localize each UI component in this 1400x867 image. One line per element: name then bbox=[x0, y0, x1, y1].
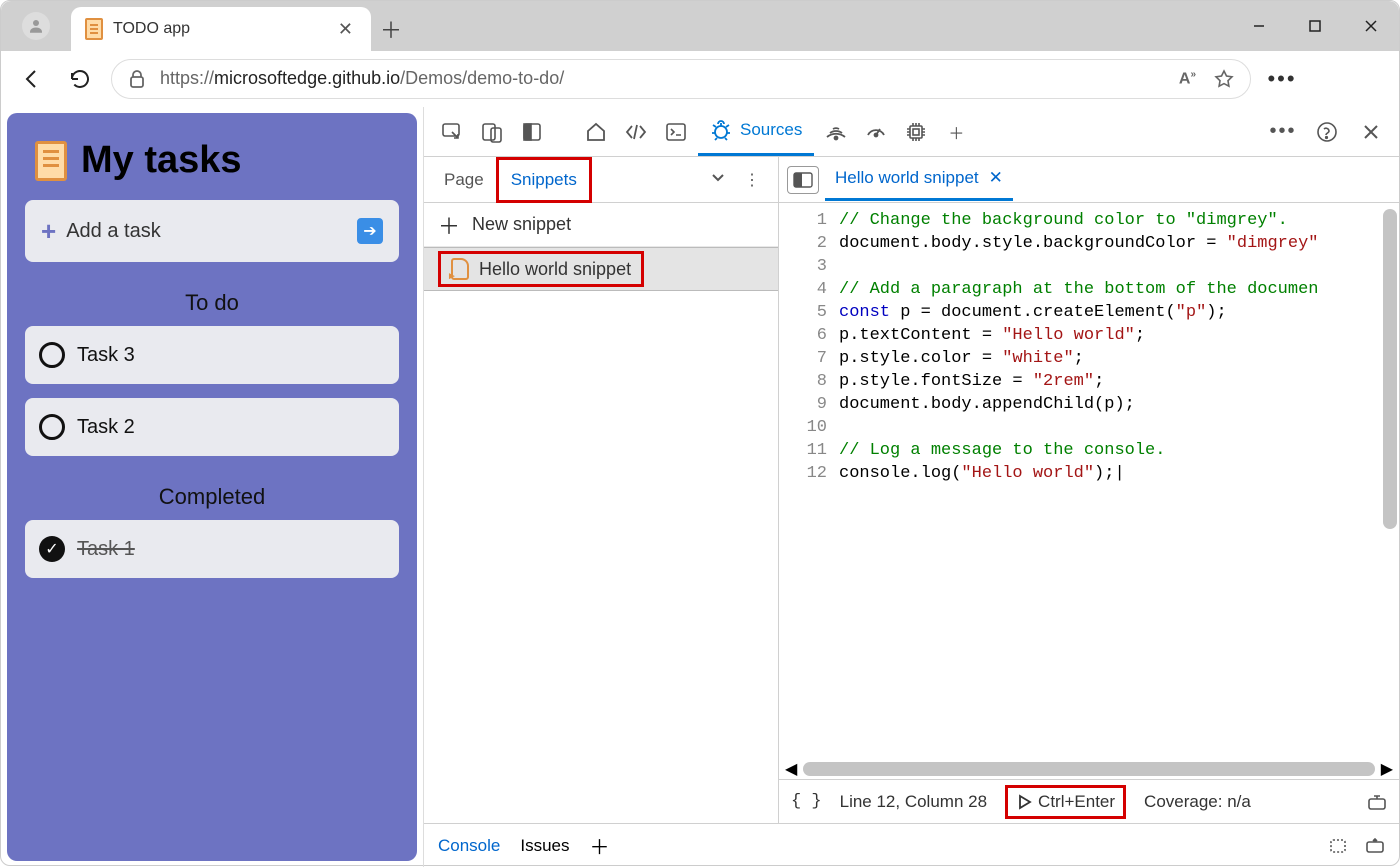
task-label: Task 2 bbox=[77, 416, 135, 439]
play-icon bbox=[1016, 794, 1032, 810]
snippet-file-icon bbox=[451, 258, 469, 280]
checkbox-checked-icon[interactable]: ✓ bbox=[39, 536, 65, 562]
back-button[interactable] bbox=[15, 62, 49, 96]
section-todo: To do bbox=[25, 276, 399, 326]
drawer-button-1[interactable] bbox=[1329, 838, 1349, 854]
inspect-button[interactable] bbox=[434, 114, 470, 150]
read-aloud-button[interactable]: A» bbox=[1179, 69, 1196, 88]
code-editor: Hello world snippet ✕ 123456789101112 //… bbox=[779, 157, 1399, 823]
welcome-tab[interactable] bbox=[578, 114, 614, 150]
clipboard-icon bbox=[35, 141, 67, 181]
devtools-drawer: Console Issues ＋ bbox=[424, 823, 1399, 867]
editor-tabs: Hello world snippet ✕ bbox=[779, 157, 1399, 203]
add-task-placeholder: Add a task bbox=[66, 220, 161, 243]
settings-menu-button[interactable]: ••• bbox=[1265, 62, 1299, 96]
lock-icon bbox=[128, 69, 146, 89]
console-tab[interactable] bbox=[658, 114, 694, 150]
run-snippet-button[interactable]: Ctrl+Enter bbox=[1005, 785, 1126, 819]
scroll-left-icon[interactable]: ◀ bbox=[785, 759, 797, 779]
plus-icon: ＋ bbox=[438, 209, 460, 241]
sources-sidebar: Page Snippets ⋮ ＋ New snippet Hello worl… bbox=[424, 157, 779, 823]
memory-tab[interactable] bbox=[898, 114, 934, 150]
device-toggle-button[interactable] bbox=[474, 114, 510, 150]
coverage-status: Coverage: n/a bbox=[1144, 792, 1251, 812]
todo-app: My tasks + Add a task ➔ To do Task 3 Tas… bbox=[7, 113, 417, 861]
network-tab[interactable] bbox=[818, 114, 854, 150]
scroll-right-icon[interactable]: ▶ bbox=[1381, 759, 1393, 779]
profile-icon bbox=[22, 12, 50, 40]
window-controls bbox=[1231, 1, 1399, 51]
close-file-button[interactable]: ✕ bbox=[989, 168, 1003, 188]
performance-tab[interactable] bbox=[858, 114, 894, 150]
pretty-print-button[interactable]: { } bbox=[791, 792, 822, 811]
code-content[interactable]: // Change the background color to "dimgr… bbox=[839, 203, 1399, 759]
close-window-button[interactable] bbox=[1343, 1, 1399, 51]
sidebar-tabs: Page Snippets ⋮ bbox=[424, 157, 778, 203]
chevron-down-icon[interactable] bbox=[710, 170, 726, 190]
task-item[interactable]: ✓ Task 1 bbox=[25, 520, 399, 578]
task-label: Task 1 bbox=[77, 538, 135, 561]
new-snippet-button[interactable]: ＋ New snippet bbox=[424, 203, 778, 247]
refresh-button[interactable] bbox=[63, 62, 97, 96]
devtools-toolbar: Sources ＋ ••• bbox=[424, 107, 1399, 157]
drawer-add-tab-button[interactable]: ＋ bbox=[590, 831, 610, 860]
content-area: My tasks + Add a task ➔ To do Task 3 Tas… bbox=[1, 107, 1399, 867]
sources-tab[interactable]: Sources bbox=[698, 108, 814, 156]
elements-tab[interactable] bbox=[618, 114, 654, 150]
favicon-icon bbox=[85, 18, 103, 40]
drawer-expand-button[interactable] bbox=[1365, 838, 1385, 854]
maximize-button[interactable] bbox=[1287, 1, 1343, 51]
snippet-name: Hello world snippet bbox=[479, 259, 631, 280]
help-button[interactable] bbox=[1309, 114, 1345, 150]
new-tab-button[interactable]: ＋ bbox=[371, 7, 411, 51]
editor-file-tab[interactable]: Hello world snippet ✕ bbox=[825, 158, 1013, 201]
cursor-position: Line 12, Column 28 bbox=[840, 792, 987, 812]
section-completed: Completed bbox=[25, 470, 399, 520]
checkbox-unchecked-icon[interactable] bbox=[39, 342, 65, 368]
code-area[interactable]: 123456789101112 // Change the background… bbox=[779, 203, 1399, 759]
add-task-input[interactable]: + Add a task ➔ bbox=[25, 200, 399, 262]
horizontal-scrollbar-row: ◀ ▶ bbox=[779, 759, 1399, 779]
app-header: My tasks bbox=[25, 131, 399, 200]
tab-close-button[interactable]: ✕ bbox=[334, 19, 357, 40]
checkbox-unchecked-icon[interactable] bbox=[39, 414, 65, 440]
favorite-button[interactable] bbox=[1214, 69, 1234, 89]
vertical-scrollbar[interactable] bbox=[1383, 209, 1397, 529]
more-tools-button[interactable]: ••• bbox=[1265, 114, 1301, 150]
page-tab[interactable]: Page bbox=[432, 160, 496, 200]
drawer-console-tab[interactable]: Console bbox=[438, 836, 500, 856]
profile-button[interactable] bbox=[1, 1, 71, 51]
close-devtools-button[interactable] bbox=[1353, 114, 1389, 150]
kebab-menu-button[interactable]: ⋮ bbox=[744, 170, 760, 190]
task-label: Task 3 bbox=[77, 344, 135, 367]
line-gutter: 123456789101112 bbox=[779, 203, 839, 759]
submit-task-button[interactable]: ➔ bbox=[357, 218, 383, 244]
snippets-tab[interactable]: Snippets bbox=[496, 157, 592, 203]
tab-title: TODO app bbox=[113, 20, 324, 38]
editor-statusbar: { } Line 12, Column 28 Ctrl+Enter Covera… bbox=[779, 779, 1399, 823]
task-item[interactable]: Task 3 bbox=[25, 326, 399, 384]
toggle-navigator-button[interactable] bbox=[787, 166, 819, 194]
devtools-body: Page Snippets ⋮ ＋ New snippet Hello worl… bbox=[424, 157, 1399, 823]
more-tabs-button[interactable]: ＋ bbox=[938, 114, 974, 150]
browser-tab[interactable]: TODO app ✕ bbox=[71, 7, 371, 51]
plus-icon: + bbox=[41, 216, 56, 247]
address-bar[interactable]: https://microsoftedge.github.io/Demos/de… bbox=[111, 59, 1251, 99]
dock-button[interactable] bbox=[514, 114, 550, 150]
url-text: https://microsoftedge.github.io/Demos/de… bbox=[160, 68, 564, 89]
horizontal-scrollbar[interactable] bbox=[803, 762, 1374, 776]
window-titlebar: TODO app ✕ ＋ bbox=[1, 1, 1399, 51]
app-title: My tasks bbox=[81, 139, 242, 182]
source-map-button[interactable] bbox=[1367, 794, 1387, 810]
drawer-issues-tab[interactable]: Issues bbox=[520, 836, 569, 856]
snippet-item[interactable]: Hello world snippet bbox=[424, 247, 778, 291]
minimize-button[interactable] bbox=[1231, 1, 1287, 51]
toolbar: https://microsoftedge.github.io/Demos/de… bbox=[1, 51, 1399, 107]
devtools-panel: Sources ＋ ••• Page Snippets ⋮ bbox=[423, 107, 1399, 867]
task-item[interactable]: Task 2 bbox=[25, 398, 399, 456]
bug-icon bbox=[710, 119, 732, 141]
